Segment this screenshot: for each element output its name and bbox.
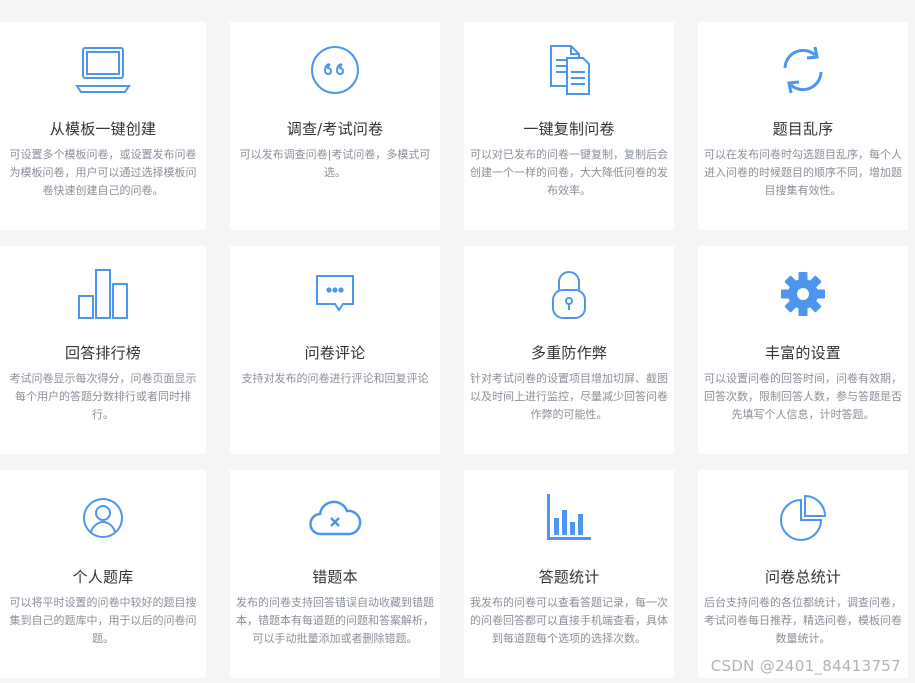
feature-description: 可以将平时设置的问卷中较好的题目搜集到自己的题库中，用于以后的问卷问题。 [9, 596, 197, 645]
feature-description: 可以对已发布的问卷一键复制，复制后会创建一个一样的问卷，大大降低问卷的发布效率。 [470, 148, 668, 197]
feature-title: 一键复制问卷 [523, 120, 615, 138]
feature-description: 可以发布调查问卷|考试问卷，多模式可选。 [239, 148, 431, 179]
feature-title: 多重防作弊 [530, 344, 607, 362]
laptop-icon [71, 42, 135, 98]
feature-title: 答题统计 [538, 568, 600, 586]
feature-title: 错题本 [312, 568, 358, 586]
feature-card-survey-exam[interactable]: 调查/考试问卷 可以发布调查问卷|考试问卷，多模式可选。 [230, 22, 440, 230]
feature-card-question-bank[interactable]: 个人题库 可以将平时设置的问卷中较好的题目搜集到自己的题库中，用于以后的问卷问题… [0, 470, 206, 678]
feature-card-shuffle[interactable]: 题目乱序 可以在发布问卷时勾选题目乱序，每个人进入问卷的时候题目的顺序不同，增加… [698, 22, 908, 230]
feature-card-copy[interactable]: 一键复制问卷 可以对已发布的问卷一键复制，复制后会创建一个一样的问卷，大大降低问… [464, 22, 674, 230]
feature-description: 可以在发布问卷时勾选题目乱序，每个人进入问卷的时候题目的顺序不同，增加题目搜集有… [704, 148, 902, 197]
feature-title: 问卷总统计 [764, 568, 841, 586]
feature-grid: 从模板一键创建 可设置多个模板问卷，或设置发布问卷为模板问卷，用户可以通过选择模… [0, 0, 915, 683]
pie-chart-icon [771, 490, 835, 546]
comment-icon [303, 266, 367, 322]
lock-icon [537, 266, 601, 322]
feature-card-answer-stats[interactable]: 答题统计 我发布的问卷可以查看答题记录，每一次的问卷回答都可以直接手机端查看，具… [464, 470, 674, 678]
feature-description: 可设置多个模板问卷，或设置发布问卷为模板问卷，用户可以通过选择模板问卷快速创建自… [9, 148, 197, 197]
feature-description: 考试问卷显示每次得分，问卷页面显示每个用户的答题分数排行或者同时排行。 [9, 372, 197, 421]
cloud-error-icon [303, 490, 367, 546]
feature-description: 我发布的问卷可以查看答题记录，每一次的问卷回答都可以直接手机端查看，具体到每道题… [470, 596, 668, 645]
watermark-text: CSDN @2401_84413757 [710, 657, 901, 675]
feature-card-template[interactable]: 从模板一键创建 可设置多个模板问卷，或设置发布问卷为模板问卷，用户可以通过选择模… [0, 22, 206, 230]
copy-document-icon [537, 42, 601, 98]
quote-icon [303, 42, 367, 98]
feature-title: 调查/考试问卷 [286, 120, 384, 138]
shuffle-refresh-icon [771, 42, 835, 98]
feature-description: 针对考试问卷的设置项目增加切屏、截图以及时间上进行监控，尽量减少回答问卷作弊的可… [470, 372, 668, 421]
bar-chart-icon [537, 490, 601, 546]
feature-title: 题目乱序 [772, 120, 834, 138]
feature-card-settings[interactable]: 丰富的设置 可以设置问卷的回答时间，问卷有效期，回答次数，限制回答人数，参与答题… [698, 246, 908, 454]
feature-card-total-stats[interactable]: 问卷总统计 后台支持问卷的各位都统计，调查问卷，考试问卷每日推荐，精选问卷，模板… [698, 470, 908, 678]
feature-description: 发布的问卷支持回答错误自动收藏到错题本，错题本有每道题的问题和答案解析，可以手动… [236, 596, 434, 645]
feature-title: 个人题库 [72, 568, 134, 586]
feature-card-wrong-book[interactable]: 错题本 发布的问卷支持回答错误自动收藏到错题本，错题本有每道题的问题和答案解析，… [230, 470, 440, 678]
feature-title: 问卷评论 [304, 344, 366, 362]
feature-card-ranking[interactable]: 回答排行榜 考试问卷显示每次得分，问卷页面显示每个用户的答题分数排行或者同时排行… [0, 246, 206, 454]
feature-card-anti-cheat[interactable]: 多重防作弊 针对考试问卷的设置项目增加切屏、截图以及时间上进行监控，尽量减少回答… [464, 246, 674, 454]
feature-title: 从模板一键创建 [49, 120, 157, 138]
gear-icon [771, 266, 835, 322]
feature-card-comment[interactable]: 问卷评论 支持对发布的问卷进行评论和回复评论 [230, 246, 440, 454]
feature-title: 回答排行榜 [64, 344, 141, 362]
bar-ranking-icon [71, 266, 135, 322]
feature-description: 可以设置问卷的回答时间，问卷有效期，回答次数，限制回答人数，参与答题是否先填写个… [704, 372, 902, 421]
user-icon [71, 490, 135, 546]
feature-title: 丰富的设置 [764, 344, 841, 362]
feature-description: 支持对发布的问卷进行评论和回复评论 [241, 372, 429, 385]
feature-description: 后台支持问卷的各位都统计，调查问卷，考试问卷每日推荐，精选问卷，模板问卷数量统计… [704, 596, 902, 645]
